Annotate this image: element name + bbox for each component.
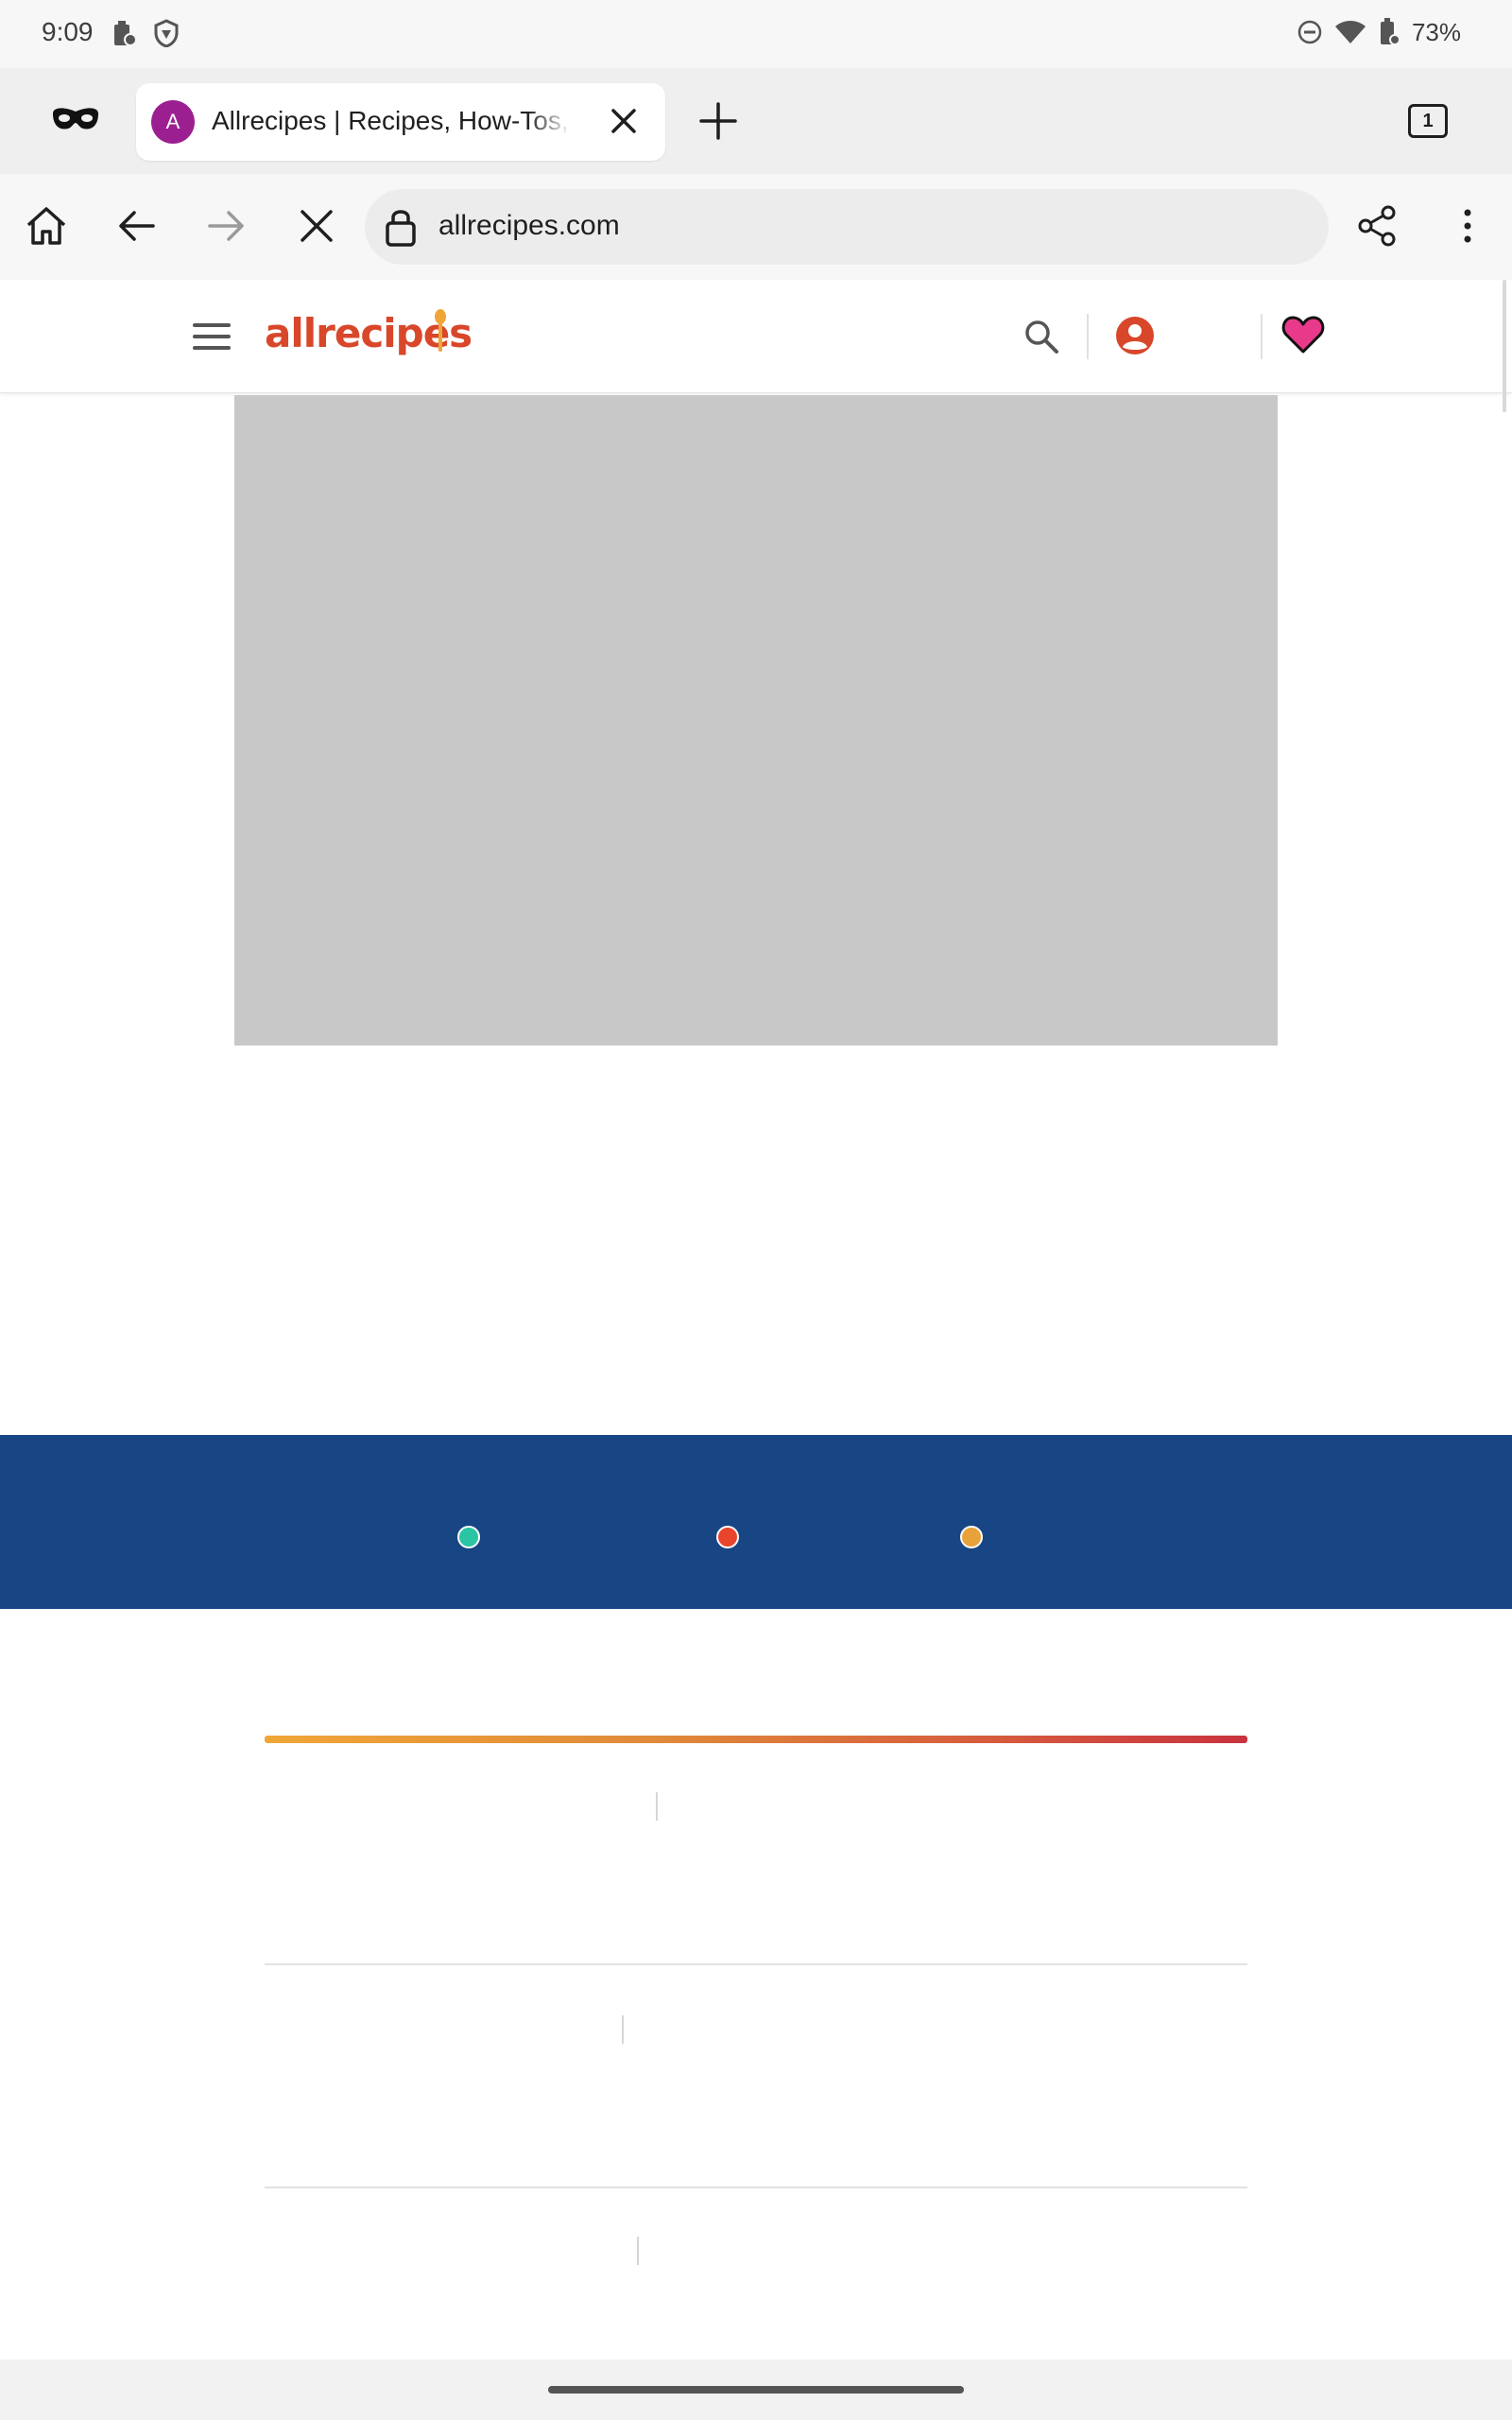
tab-favicon: A [151,100,195,144]
logo-spoon-icon [435,309,446,352]
heart-icon[interactable] [1281,314,1325,355]
tab-switcher-button[interactable]: 1 [1408,104,1448,138]
tab-title: Allrecipes | Recipes, How-Tos, Videos an… [212,106,571,135]
ad-placeholder [234,395,1278,1046]
status-right-icons: 73% [1297,17,1461,47]
more-vert-icon[interactable] [1444,202,1491,250]
loading-placeholder [622,2015,624,2044]
do-not-disturb-icon [1297,20,1322,44]
status-bar: 9:09 73% [0,0,1512,68]
banner-dot-orange [960,1526,983,1548]
home-gesture-handle[interactable] [548,2386,964,2394]
address-bar[interactable]: allrecipes.com [365,189,1329,265]
status-time: 9:09 [42,17,94,46]
address-bar-url: allrecipes.com [438,210,620,241]
lock-icon[interactable] [382,206,420,248]
row-divider [265,2187,1247,2188]
home-icon[interactable] [23,202,70,250]
loading-placeholder [656,1792,658,1821]
page-scrollbar[interactable] [1503,280,1506,412]
browser-toolbar: allrecipes.com [0,174,1512,280]
promo-banner [0,1435,1512,1609]
row-divider [265,1963,1247,1965]
loading-placeholder [637,2237,639,2265]
account-icon[interactable] [1115,316,1155,355]
vpn-shield-icon [154,19,179,47]
section-gradient-rule [265,1736,1247,1743]
banner-dot-teal [457,1526,480,1548]
status-notification-icons [112,19,180,47]
battery-icon [1380,18,1400,45]
header-divider [1087,314,1089,359]
back-arrow-icon[interactable] [113,202,161,250]
search-icon[interactable] [1022,318,1060,355]
banner-dot-red [716,1526,739,1548]
battery-saver-notification-icon [114,21,136,46]
stop-loading-icon[interactable] [293,202,340,250]
browser-tab[interactable]: A Allrecipes | Recipes, How-Tos, Videos … [136,83,665,161]
share-icon[interactable] [1353,202,1400,250]
header-divider [1261,314,1263,359]
close-icon[interactable] [609,106,639,136]
tab-strip: A Allrecipes | Recipes, How-Tos, Videos … [0,68,1512,174]
wifi-icon [1334,21,1366,43]
system-nav-bar [0,2360,1512,2420]
incognito-icon[interactable] [49,102,102,140]
battery-percent: 73% [1411,17,1461,46]
plus-icon[interactable] [696,98,741,144]
site-header: allrecipes [0,280,1512,393]
forward-arrow-icon[interactable] [202,202,249,250]
menu-icon[interactable] [193,323,231,350]
